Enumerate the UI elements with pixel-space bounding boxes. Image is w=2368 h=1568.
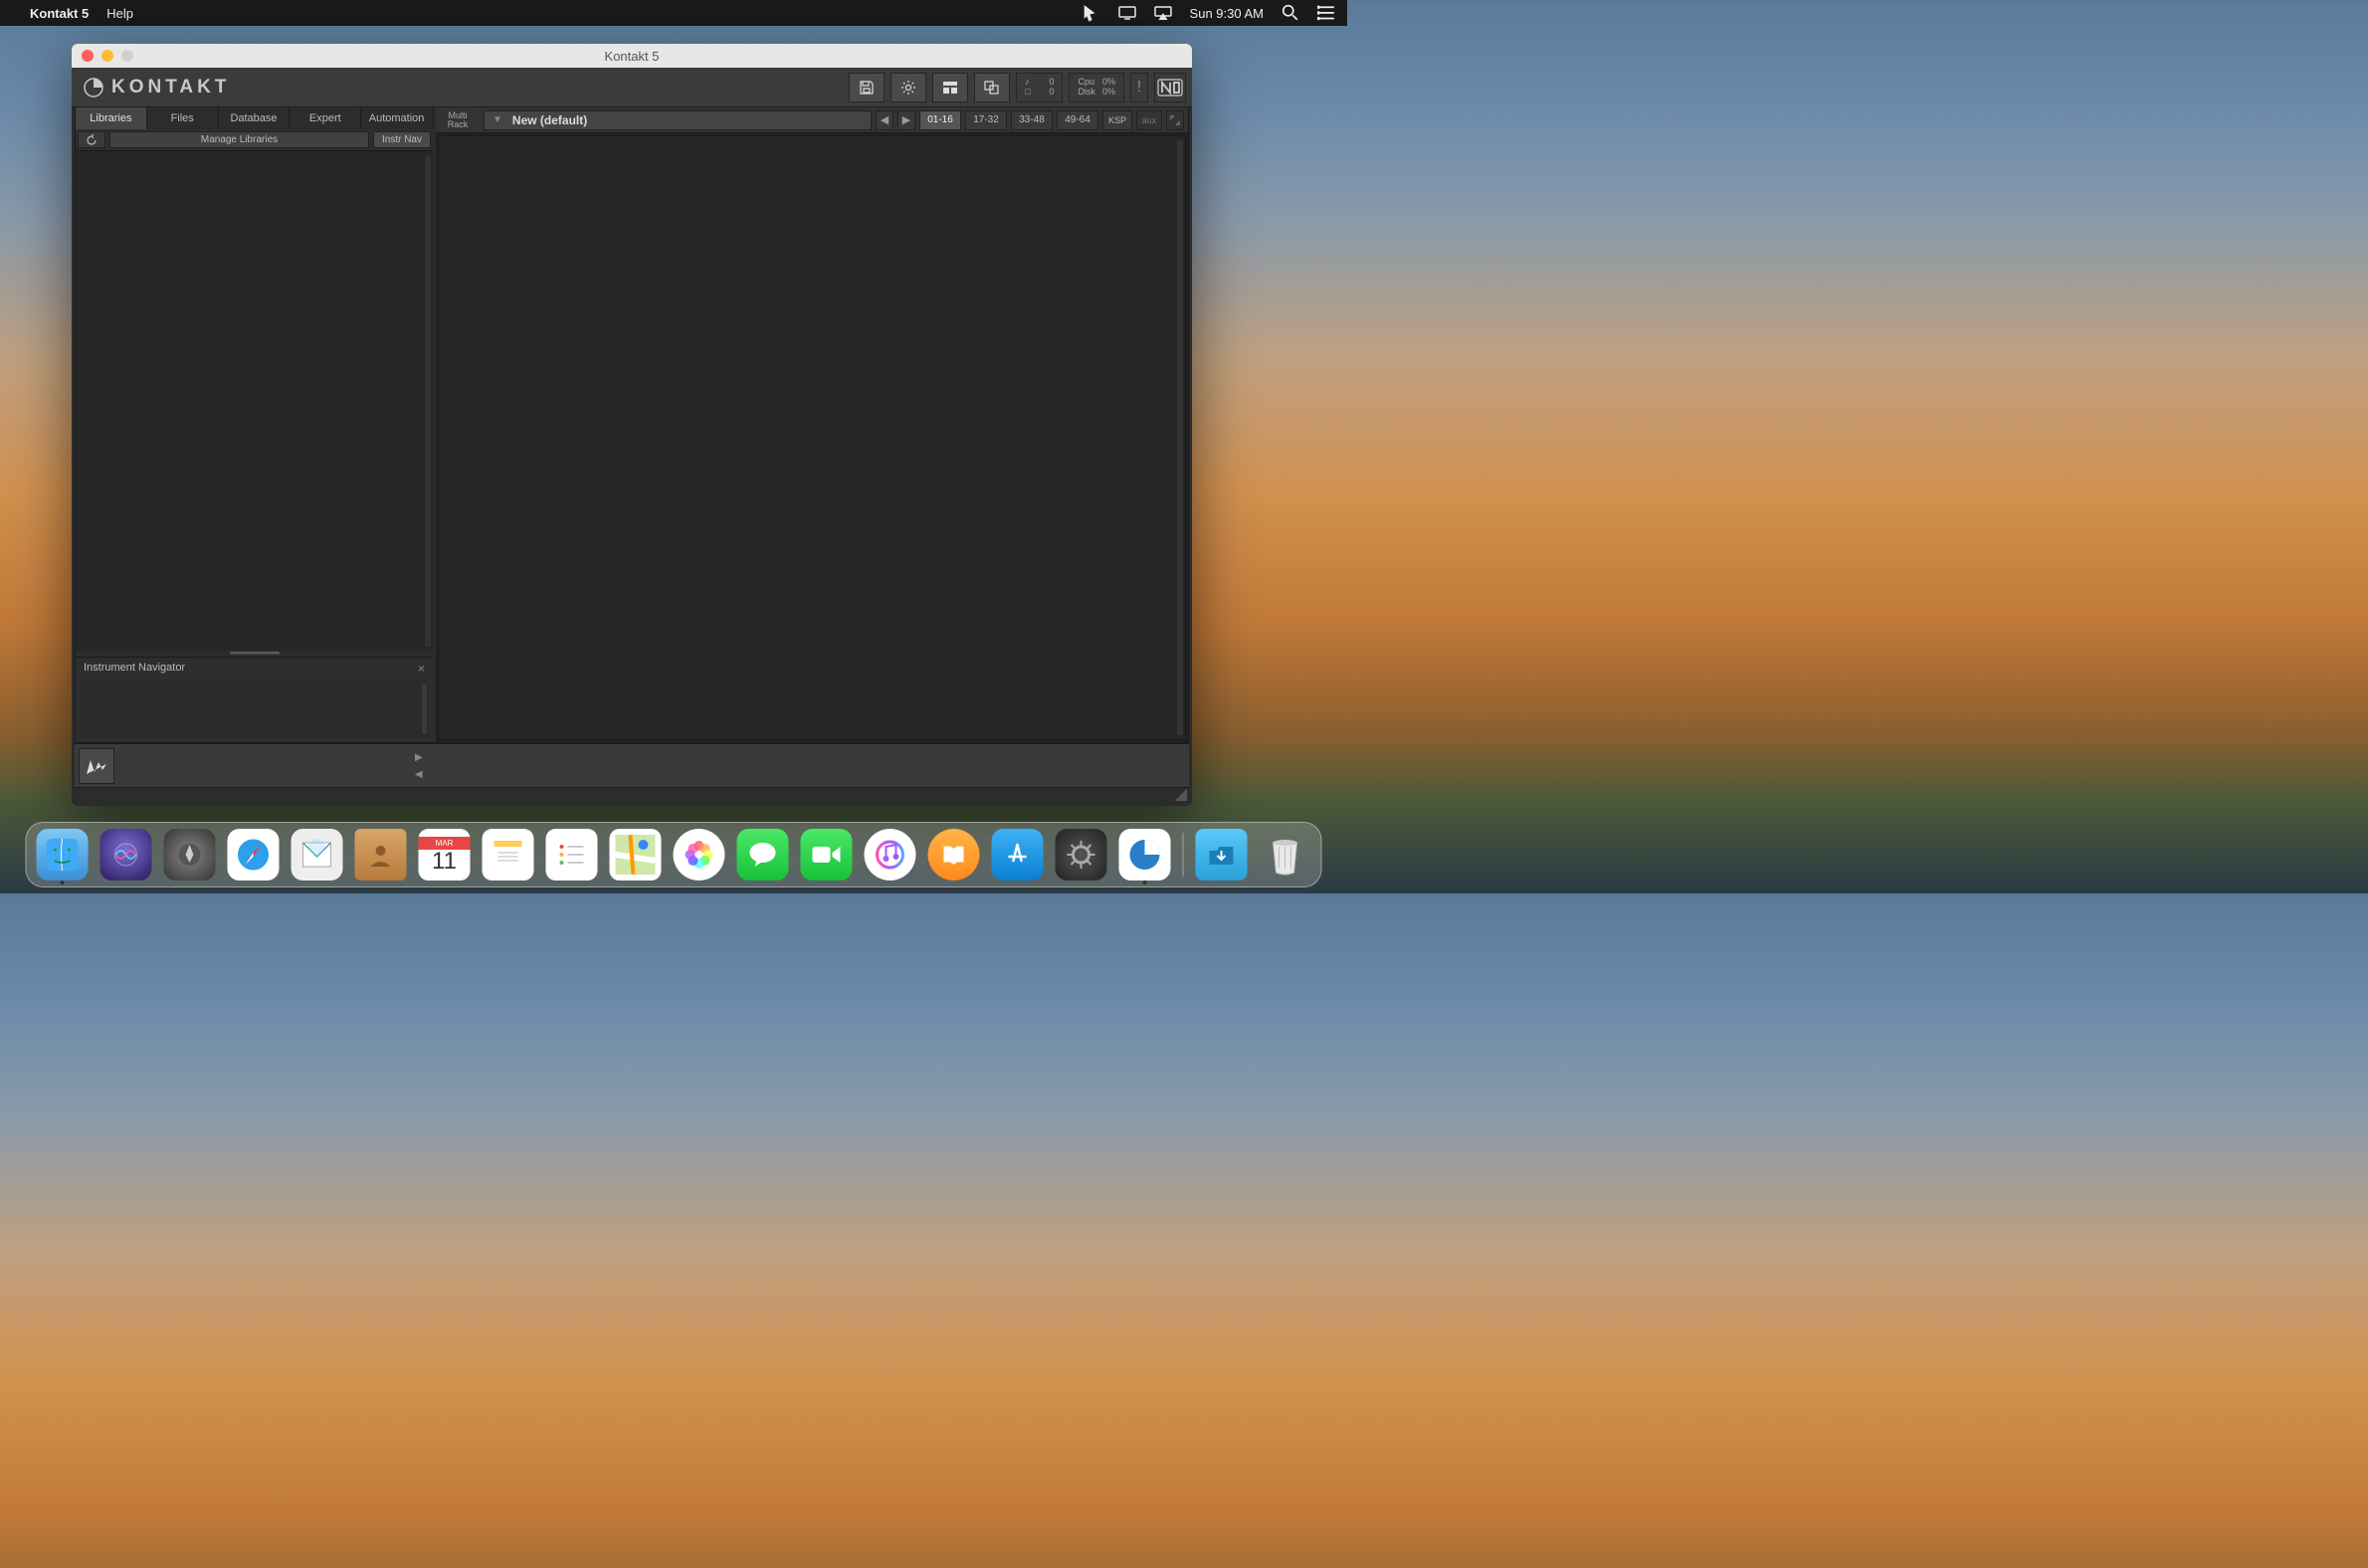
tab-database[interactable]: Database: [219, 107, 291, 129]
dock-reminders[interactable]: [546, 829, 598, 881]
kontakt-body: Libraries Files Database Expert Automati…: [75, 107, 1189, 743]
systray-display-icon[interactable]: [1118, 4, 1136, 22]
notification-center-icon[interactable]: [1317, 4, 1335, 22]
instr-nav-toggle-button[interactable]: Instr Nav: [373, 131, 431, 148]
footer-expand-chevrons[interactable]: ▶◀: [415, 744, 423, 787]
macos-menubar: Kontakt 5 Help Sun 9:30 AM: [0, 0, 1347, 26]
sidebar-resize-handle[interactable]: [76, 651, 433, 657]
menubar-app-name[interactable]: Kontakt 5: [30, 6, 89, 21]
perf-stats: Cpu 0% Disk 0%: [1069, 73, 1124, 102]
traffic-lights: [82, 50, 133, 62]
spotlight-icon[interactable]: [1282, 4, 1299, 22]
dock-photos[interactable]: [674, 829, 725, 881]
dock-safari[interactable]: [228, 829, 280, 881]
chevron-down-icon: ▼: [493, 114, 502, 125]
rack-label: Multi Rack: [436, 111, 480, 129]
dock-itunes[interactable]: [865, 829, 916, 881]
dock-calendar[interactable]: MAR 11: [419, 829, 471, 881]
dock-siri[interactable]: [100, 829, 152, 881]
settings-button[interactable]: [890, 73, 926, 102]
zoom-button[interactable]: [121, 50, 133, 62]
dock-kontakt[interactable]: [1119, 829, 1171, 881]
library-list[interactable]: [76, 151, 433, 651]
layout-rack-button[interactable]: [932, 73, 968, 102]
instrument-rack[interactable]: [438, 135, 1186, 740]
dock-trash[interactable]: [1260, 829, 1311, 881]
multi-name: New (default): [512, 113, 587, 127]
save-button[interactable]: [849, 73, 885, 102]
dock-messages[interactable]: [737, 829, 789, 881]
browser-sidebar: Libraries Files Database Expert Automati…: [76, 107, 436, 742]
minimize-button[interactable]: [101, 50, 113, 62]
kontakt-header: KONTAKT ♪ 0 □ 0 Cpu 0% Disk 0% !: [72, 68, 1192, 107]
refresh-libraries-button[interactable]: [78, 131, 105, 148]
tab-automation[interactable]: Automation: [361, 107, 433, 129]
rack-header: Multi Rack ▼ New (default) ◀ ▶ 01-16 17-…: [436, 107, 1188, 133]
dock-ibooks[interactable]: [928, 829, 980, 881]
tab-files[interactable]: Files: [147, 107, 219, 129]
dock-facetime[interactable]: [801, 829, 853, 881]
ksp-button[interactable]: KSP: [1102, 110, 1132, 130]
window-titlebar[interactable]: Kontakt 5: [72, 44, 1192, 68]
dock-appstore[interactable]: [992, 829, 1044, 881]
menubar-clock[interactable]: Sun 9:30 AM: [1190, 6, 1264, 21]
channels-01-16[interactable]: 01-16: [919, 110, 961, 130]
dock-contacts[interactable]: [355, 829, 407, 881]
kontakt-window: Kontakt 5 KONTAKT ♪ 0 □ 0 Cpu 0% Disk 0%…: [72, 44, 1192, 806]
instrument-navigator-close[interactable]: ×: [418, 662, 425, 676]
rack-panel: Multi Rack ▼ New (default) ◀ ▶ 01-16 17-…: [436, 107, 1188, 742]
brand-text: KONTAKT: [111, 77, 230, 98]
dock-launchpad[interactable]: [164, 829, 216, 881]
keyboard-toggle-button[interactable]: [79, 748, 114, 784]
manage-libraries-row: Manage Libraries Instr Nav: [76, 129, 433, 151]
multi-name-dropdown[interactable]: ▼ New (default): [484, 110, 872, 130]
instrument-navigator-panel: Instrument Navigator ×: [76, 657, 433, 742]
aux-button[interactable]: aux: [1136, 110, 1162, 130]
channels-17-32[interactable]: 17-32: [965, 110, 1007, 130]
tab-expert[interactable]: Expert: [290, 107, 361, 129]
channels-49-64[interactable]: 49-64: [1057, 110, 1098, 130]
next-multi-button[interactable]: ▶: [897, 110, 915, 130]
dock: MAR 11: [26, 822, 1322, 887]
channels-33-48[interactable]: 33-48: [1011, 110, 1053, 130]
dock-mail[interactable]: [292, 829, 343, 881]
keyboard-footer: ▶◀: [75, 743, 1189, 787]
kontakt-logo: KONTAKT: [84, 77, 230, 98]
systray-airplay-icon[interactable]: [1154, 4, 1172, 22]
close-button[interactable]: [82, 50, 94, 62]
dock-system-preferences[interactable]: [1056, 829, 1107, 881]
expand-rack-button[interactable]: [1166, 110, 1184, 130]
voice-stats: ♪ 0 □ 0: [1016, 73, 1064, 102]
systray-cursor-icon[interactable]: [1083, 4, 1100, 22]
layout-minimize-button[interactable]: [974, 73, 1010, 102]
instrument-navigator-title: Instrument Navigator: [84, 662, 185, 676]
dock-maps[interactable]: [610, 829, 662, 881]
menubar-help[interactable]: Help: [106, 6, 133, 21]
status-bar: [75, 787, 1189, 803]
alert-indicator[interactable]: !: [1130, 73, 1148, 102]
browser-tabs: Libraries Files Database Expert Automati…: [76, 107, 433, 129]
ni-logo-button[interactable]: [1154, 73, 1186, 102]
prev-multi-button[interactable]: ◀: [876, 110, 893, 130]
manage-libraries-button[interactable]: Manage Libraries: [109, 131, 369, 148]
instrument-navigator-list[interactable]: [80, 680, 429, 738]
dock-finder[interactable]: [37, 829, 89, 881]
dock-downloads[interactable]: [1196, 829, 1248, 881]
dock-notes[interactable]: [483, 829, 534, 881]
tab-libraries[interactable]: Libraries: [76, 107, 147, 129]
window-title: Kontakt 5: [605, 49, 660, 64]
